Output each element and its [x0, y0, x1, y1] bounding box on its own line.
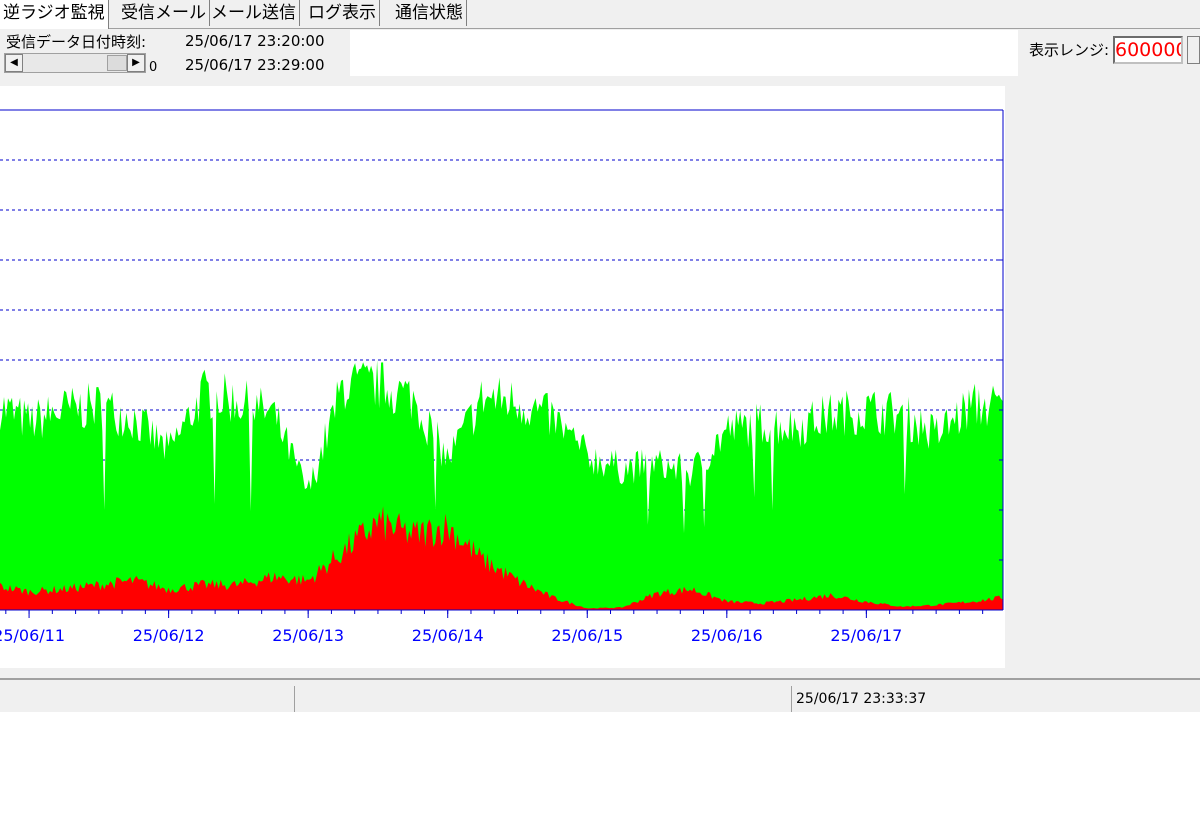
x-tick-label: 25/06/16: [691, 626, 763, 645]
x-tick-label: 25/06/15: [551, 626, 623, 645]
time-scrollbar[interactable]: ◀ ▶: [4, 53, 146, 73]
status-datetime: 25/06/17 23:33:37: [791, 686, 1200, 712]
scroll-right-icon[interactable]: ▶: [127, 54, 145, 72]
tab-reverse-radio-monitor[interactable]: 逆ラジオ監視: [0, 0, 109, 29]
status-bar: 25/06/17 23:33:37: [0, 678, 1200, 712]
app-window: 逆ラジオ監視 受信メール メール送信 ログ表示 通信状態 受信データ日付時刻: …: [0, 0, 1200, 712]
tab-received-mail[interactable]: 受信メール: [118, 0, 210, 26]
status-pane-2: [294, 686, 791, 712]
status-pane-1: [0, 686, 294, 712]
info-panel: [350, 30, 1018, 76]
scroll-thumb[interactable]: [107, 55, 127, 71]
scroll-left-icon[interactable]: ◀: [5, 54, 23, 72]
traffic-chart: 25/06/11 25/06/12 25/06/13 25/06/14 25/06/15…: [0, 109, 1004, 645]
time-end: 25/06/17 23:29:00: [185, 56, 325, 74]
tab-connection-status[interactable]: 通信状態: [392, 0, 467, 26]
range-input[interactable]: [1113, 36, 1183, 64]
tab-bar: 逆ラジオ監視 受信メール メール送信 ログ表示 通信状態: [0, 0, 1200, 29]
x-tick-label: 25/06/17: [830, 626, 902, 645]
x-tick-label: 25/06/12: [133, 626, 205, 645]
scroll-value: 0: [149, 60, 158, 75]
range-button[interactable]: [1187, 36, 1200, 64]
x-tick-label: 25/06/11: [0, 626, 65, 645]
tab-send-mail[interactable]: メール送信: [208, 0, 300, 26]
tab-log-view[interactable]: ログ表示: [305, 0, 380, 26]
receive-datetime-label: 受信データ日付時刻:: [6, 33, 147, 51]
range-label: 表示レンジ:: [1029, 41, 1110, 59]
x-tick-label: 25/06/14: [412, 626, 484, 645]
time-start: 25/06/17 23:20:00: [185, 32, 325, 50]
x-tick-label: 25/06/13: [272, 626, 344, 645]
